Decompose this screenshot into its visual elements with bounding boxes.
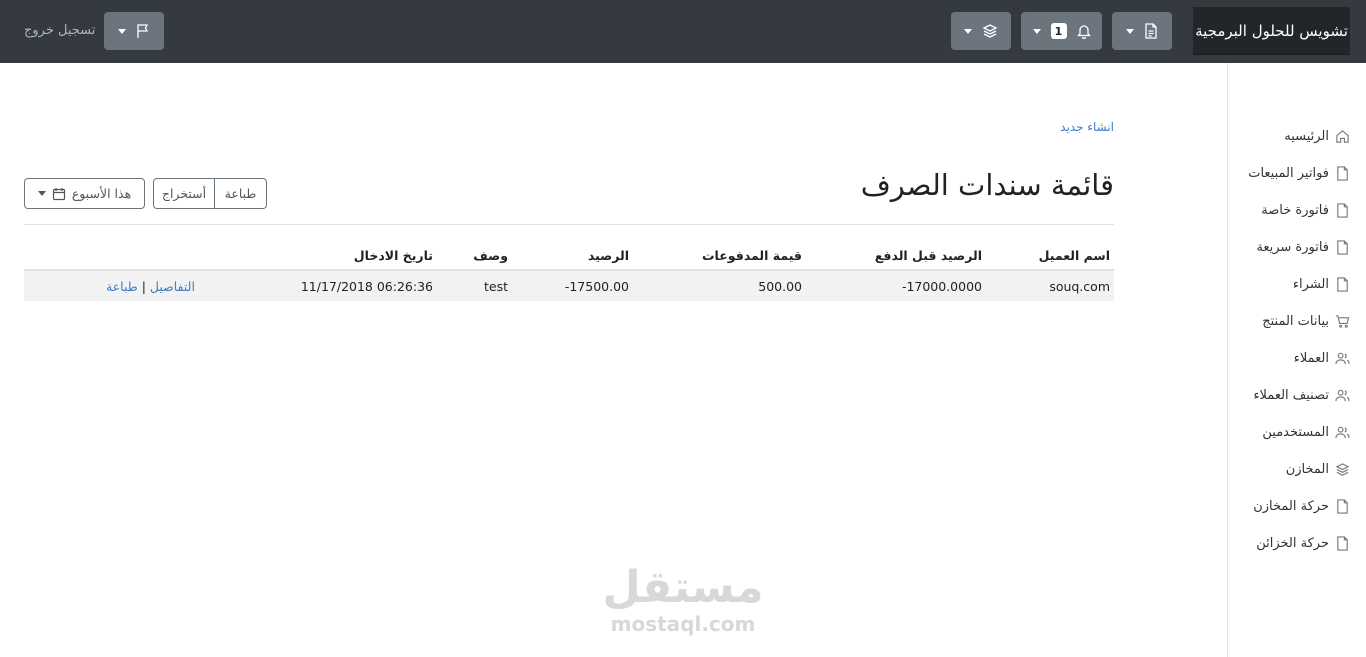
column-header-customer: اسم العميل — [1038, 248, 1110, 263]
sidebar-item[interactable]: تصنيف العملاء — [1253, 385, 1350, 405]
sidebar-item[interactable]: فواتير المبيعات — [1248, 163, 1350, 183]
column-header-balance-before: الرصيد قبل الدفع — [874, 248, 982, 263]
file-icon — [1337, 535, 1348, 551]
column-header-description: وصف — [473, 248, 508, 263]
file-icon — [1337, 239, 1348, 255]
cell-payments: 500.00 — [758, 279, 802, 294]
sidebar-item[interactable]: حركة المخازن — [1253, 496, 1350, 516]
sidebar-item-label: المخازن — [1285, 461, 1329, 477]
sidebar-item-label: تصنيف العملاء — [1253, 387, 1329, 403]
file-icon — [1337, 498, 1348, 514]
details-link[interactable]: التفاصيل — [150, 279, 195, 294]
home-icon — [1336, 129, 1349, 143]
sidebar-item[interactable]: المخازن — [1286, 459, 1350, 479]
export-button[interactable]: أستخراج — [153, 178, 215, 209]
header-divider — [24, 224, 1114, 225]
page-title: قائمة سندات الصرف — [860, 168, 1114, 202]
sidebar-item-label: العملاء — [1293, 350, 1329, 366]
column-header-payments: قيمة المدفوعات — [702, 248, 802, 263]
sidebar-item[interactable]: حركة الخزائن — [1256, 533, 1350, 553]
logout-link[interactable]: تسجيل خروج — [24, 23, 95, 38]
cell-customer: souq.com — [1049, 279, 1110, 294]
column-header-balance: الرصيد — [587, 248, 629, 263]
period-label: هذا الأسبوع — [71, 186, 132, 201]
sidebar-item[interactable]: المستخدمين — [1262, 422, 1350, 442]
cart-icon — [1335, 314, 1350, 328]
file-icon — [1337, 202, 1348, 218]
users-icon — [1335, 389, 1350, 401]
sidebar-item-label: الشراء — [1292, 276, 1329, 292]
watermark: مستقل mostaql.com — [600, 562, 766, 634]
cell-balance: -17500.00 — [564, 279, 629, 294]
file-icon — [1337, 276, 1348, 292]
sidebar-item-label: حركة المخازن — [1253, 498, 1329, 514]
users-icon — [1335, 352, 1350, 364]
cell-date: 11/17/2018 06:26:36 — [300, 279, 433, 294]
layers-icon — [1335, 462, 1350, 476]
sidebar-item[interactable]: فاتورة خاصة — [1261, 200, 1350, 220]
chevron-down-icon — [1126, 28, 1134, 34]
sidebar-item-label: بيانات المنتج — [1262, 313, 1329, 329]
column-header-date: تاريخ الادخال — [353, 248, 433, 263]
sidebar-item[interactable]: بيانات المنتج — [1262, 311, 1350, 331]
actions-separator: | — [141, 279, 146, 294]
layers-icon — [982, 24, 998, 38]
sidebar-item[interactable]: الرئيسيه — [1284, 126, 1350, 146]
watermark-arabic: مستقل — [602, 562, 764, 613]
file-icon — [1337, 165, 1348, 181]
cell-actions: التفاصيل | طباعة — [106, 279, 195, 294]
sidebar-item[interactable]: فاتورة سريعة — [1256, 237, 1350, 257]
export-button-group: أستخراج طباعة — [153, 178, 267, 209]
watermark-latin: mostaql.com — [610, 612, 756, 636]
sidebar-item-label: حركة الخزائن — [1256, 535, 1329, 551]
bell-icon — [1076, 25, 1091, 39]
chevron-down-icon — [118, 28, 126, 34]
sidebar-item-label: الرئيسيه — [1284, 128, 1329, 144]
create-new-link[interactable]: انشاء جديد — [1060, 120, 1114, 134]
cell-description: test — [483, 279, 508, 294]
reports-dropdown-button[interactable] — [1112, 12, 1172, 50]
file-icon — [1145, 23, 1157, 39]
language-dropdown-button[interactable] — [104, 12, 164, 50]
brand-name[interactable]: تشويس للحلول البرمجية — [1193, 7, 1350, 55]
top-navbar: تشويس للحلول البرمجية 1 تسجيل خروج — [0, 0, 1366, 63]
sidebar-item-label: فاتورة سريعة — [1256, 239, 1329, 255]
stores-dropdown-button[interactable] — [951, 12, 1011, 50]
sidebar: الرئيسيه فواتير المبيعات فاتورة خاصة فاتورة… — [1227, 63, 1366, 657]
chevron-down-icon — [1032, 28, 1041, 34]
notifications-dropdown-button[interactable]: 1 — [1021, 12, 1102, 50]
sidebar-item-label: فواتير المبيعات — [1248, 165, 1329, 181]
chevron-down-icon — [37, 191, 46, 196]
sidebar-item[interactable]: العملاء — [1294, 348, 1350, 368]
calendar-icon — [52, 187, 65, 200]
sidebar-item[interactable]: الشراء — [1293, 274, 1350, 294]
flag-icon — [137, 24, 149, 38]
sidebar-item-label: فاتورة خاصة — [1261, 202, 1329, 218]
period-select-button[interactable]: هذا الأسبوع — [24, 178, 145, 209]
cell-balance-before: -17000.0000 — [901, 279, 982, 294]
row-print-link[interactable]: طباعة — [106, 279, 138, 294]
users-icon — [1335, 426, 1350, 438]
chevron-down-icon — [964, 28, 972, 34]
notification-count-badge: 1 — [1050, 23, 1067, 39]
sidebar-item-label: المستخدمين — [1262, 424, 1329, 440]
print-button[interactable]: طباعة — [215, 178, 267, 209]
